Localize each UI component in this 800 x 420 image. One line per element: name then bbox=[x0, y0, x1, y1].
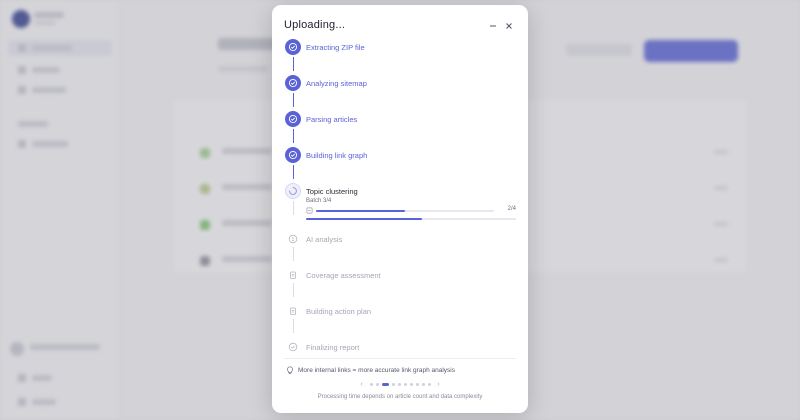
pager-dot[interactable] bbox=[403, 382, 407, 386]
step-connector bbox=[292, 247, 294, 261]
step-connector bbox=[292, 319, 294, 333]
pager-dot[interactable] bbox=[397, 382, 401, 386]
step-pending-indicator bbox=[285, 231, 301, 247]
bulb-icon bbox=[288, 234, 298, 244]
batch-progress-fill bbox=[316, 210, 405, 212]
step-connector bbox=[292, 129, 294, 143]
check-icon bbox=[288, 114, 298, 124]
step-progress-bar bbox=[306, 218, 516, 220]
step-label: Extracting ZIP file bbox=[306, 43, 365, 52]
batch-count: 2/4 bbox=[507, 206, 516, 212]
step-label: Coverage assessment bbox=[306, 271, 381, 280]
step-done-indicator bbox=[285, 111, 301, 127]
step-done-indicator bbox=[285, 75, 301, 91]
step-connector bbox=[292, 165, 294, 179]
step-connector bbox=[292, 93, 294, 107]
spinner-icon bbox=[289, 187, 297, 195]
check-circle-icon bbox=[288, 342, 298, 352]
pager-next-button[interactable]: › bbox=[434, 381, 444, 388]
step-label: Parsing articles bbox=[306, 115, 358, 124]
upload-modal: Uploading... Extracting ZIP file Analyzi… bbox=[272, 5, 528, 413]
pager-dot[interactable] bbox=[415, 382, 419, 386]
pager-dot[interactable] bbox=[375, 382, 379, 386]
pager-dot[interactable] bbox=[421, 382, 425, 386]
step-label: Analyzing sitemap bbox=[306, 79, 367, 88]
lightbulb-icon bbox=[287, 366, 293, 374]
layers-icon bbox=[306, 207, 313, 214]
pager-dot[interactable] bbox=[409, 382, 413, 386]
footer-note: Processing time depends on article count… bbox=[317, 394, 483, 400]
pager-dot[interactable] bbox=[391, 382, 395, 386]
pager-dot[interactable] bbox=[427, 382, 431, 386]
step-label: Building action plan bbox=[306, 307, 372, 316]
step-label: Building link graph bbox=[306, 151, 368, 160]
pager-dots bbox=[369, 382, 431, 386]
close-button[interactable] bbox=[502, 19, 516, 33]
step-label: Topic clustering bbox=[306, 187, 358, 196]
step-done-indicator bbox=[285, 147, 301, 163]
step-connector bbox=[292, 283, 294, 297]
step-label: Finalizing report bbox=[306, 343, 360, 352]
step-pending-indicator bbox=[285, 303, 301, 319]
step-done-indicator bbox=[285, 39, 301, 55]
step-connector bbox=[292, 201, 294, 215]
batch-progress: 2/4 bbox=[306, 206, 516, 215]
minus-icon bbox=[490, 25, 496, 27]
modal-title: Uploading... bbox=[284, 19, 346, 31]
clipboard-icon bbox=[290, 271, 296, 279]
pager-prev-button[interactable]: ‹ bbox=[357, 381, 367, 388]
step-pending-indicator bbox=[285, 267, 301, 283]
step-active-indicator bbox=[285, 183, 301, 199]
step-pending-indicator bbox=[285, 339, 301, 355]
tip-text: More internal links = more accurate link… bbox=[298, 367, 455, 374]
step-progress-fill bbox=[306, 218, 422, 220]
close-icon bbox=[506, 23, 512, 29]
step-label: AI analysis bbox=[306, 235, 343, 244]
tip-pager: ‹ › bbox=[272, 379, 528, 389]
pager-dot[interactable] bbox=[369, 382, 373, 386]
clipboard-icon bbox=[290, 307, 296, 315]
minimize-button[interactable] bbox=[486, 19, 500, 33]
pager-dot[interactable] bbox=[381, 382, 389, 386]
modal-header: Uploading... bbox=[284, 19, 516, 39]
check-icon bbox=[288, 150, 298, 160]
batch-text: Batch 3/4 bbox=[306, 198, 332, 204]
check-icon bbox=[288, 78, 298, 88]
check-icon bbox=[288, 42, 298, 52]
batch-progress-track bbox=[316, 210, 494, 212]
tip: More internal links = more accurate link… bbox=[286, 366, 455, 375]
divider bbox=[284, 358, 516, 359]
step-connector bbox=[292, 57, 294, 71]
